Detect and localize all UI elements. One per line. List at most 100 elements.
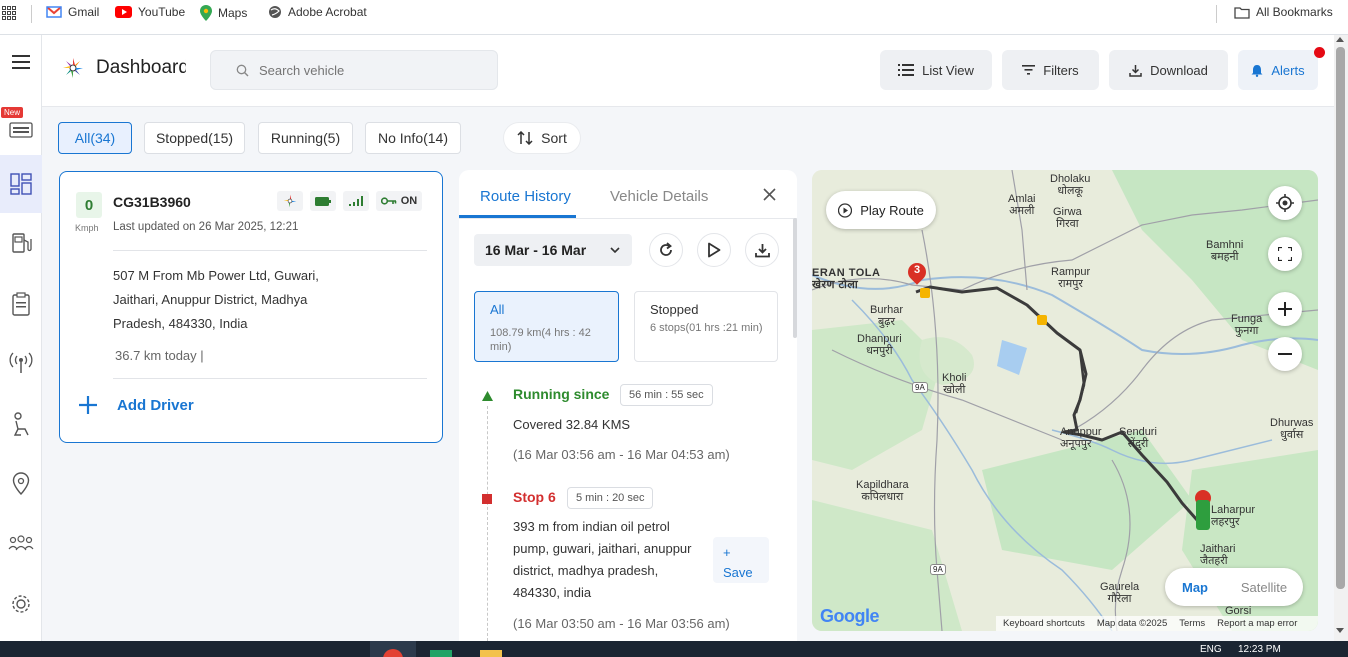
bookmark-label: YouTube xyxy=(138,5,186,19)
reports-icon[interactable] xyxy=(0,122,42,138)
map-label-bamhni: Bamhni बमहनी xyxy=(1206,239,1244,263)
scroll-down-arrow-icon[interactable] xyxy=(1336,628,1344,633)
hamburger-menu-icon[interactable] xyxy=(0,55,42,69)
date-range-select[interactable]: 16 Mar - 16 Mar xyxy=(474,234,632,266)
location-pin-icon[interactable] xyxy=(0,472,42,496)
close-icon[interactable] xyxy=(763,188,776,204)
bookmark-gmail[interactable]: Gmail xyxy=(46,5,99,19)
sort-button[interactable]: Sort xyxy=(503,122,581,154)
zoom-out-button[interactable] xyxy=(1268,337,1302,371)
filter-stopped-chip[interactable]: Stopped(15) xyxy=(144,122,245,154)
google-logo: Google xyxy=(820,606,880,626)
terms-link[interactable]: Terms xyxy=(1179,618,1205,629)
scroll-up-arrow-icon[interactable] xyxy=(1336,37,1344,42)
tab-vehicle-details[interactable]: Vehicle Details xyxy=(610,188,708,205)
play-route-label: Play Route xyxy=(860,202,924,218)
map-footer: Keyboard shortcuts Map data ©2025 Terms … xyxy=(996,616,1318,631)
dashboard-icon[interactable] xyxy=(0,173,42,195)
locate-button[interactable] xyxy=(1268,186,1302,220)
stop6-title: Stop 6 xyxy=(513,489,556,505)
signal-tower-icon[interactable] xyxy=(0,352,42,374)
map-label-dhanpuri: Dhanpuri धनपुरी xyxy=(857,333,902,357)
vehicle-address: 507 M From Mb Power Ltd, Guwari, Jaithar… xyxy=(113,268,319,331)
filter-icon xyxy=(1022,65,1036,75)
all-bookmarks[interactable]: All Bookmarks xyxy=(1234,5,1333,19)
page-scrollbar[interactable] xyxy=(1334,35,1348,641)
save-location-button[interactable]: + Save xyxy=(713,537,769,583)
list-icon xyxy=(898,64,915,76)
download-icon xyxy=(1129,64,1142,77)
add-driver-label: Add Driver xyxy=(117,396,194,414)
filter-no-info-chip[interactable]: No Info(14) xyxy=(365,122,461,154)
language-indicator[interactable]: ENG xyxy=(1200,644,1222,655)
refresh-button[interactable] xyxy=(649,233,683,267)
map-label-senduri: Senduri सेंदुरी xyxy=(1119,426,1157,450)
settings-gear-icon[interactable] xyxy=(0,593,42,615)
zoom-in-button[interactable] xyxy=(1268,292,1302,326)
add-driver-button[interactable]: Add Driver xyxy=(79,396,194,414)
summary-all-detail: 108.79 km(4 hrs : 42 min) xyxy=(490,327,591,353)
keyboard-shortcuts-link[interactable]: Keyboard shortcuts xyxy=(1003,618,1085,629)
road-badge xyxy=(920,288,930,298)
play-icon xyxy=(838,202,853,218)
map-label-anuppur: Anuppur अनूपपुर xyxy=(1060,426,1102,450)
filters-button[interactable]: Filters xyxy=(1002,50,1099,90)
save-plus: + xyxy=(723,545,731,560)
map-label-girwa: Girwa गिरवा xyxy=(1053,206,1082,230)
download-route-button[interactable] xyxy=(745,233,779,267)
download-button[interactable]: Download xyxy=(1109,50,1228,90)
map-label-dholaku: Dholaku धोलकू xyxy=(1050,173,1091,197)
bell-icon xyxy=(1251,64,1263,77)
running-duration: 56 min : 55 sec xyxy=(620,384,713,406)
fuel-icon[interactable] xyxy=(0,232,42,254)
speed-unit: Kmph xyxy=(75,223,99,233)
gmail-icon xyxy=(46,6,62,18)
vehicle-card[interactable]: 0 Kmph CG31B3960 Last updated on 26 Mar … xyxy=(59,171,443,443)
search-input[interactable] xyxy=(259,60,479,80)
divider xyxy=(113,250,427,251)
stop6-time: (16 Mar 03:50 am - 16 Mar 03:56 am) xyxy=(513,616,730,631)
summary-stopped-card[interactable]: Stopped 6 stops(01 hrs :21 min) xyxy=(634,291,778,362)
tab-route-history[interactable]: Route History xyxy=(480,188,571,205)
report-error-link[interactable]: Report a map error xyxy=(1217,618,1297,629)
folder-icon[interactable] xyxy=(480,650,502,657)
filter-running-chip[interactable]: Running(5) xyxy=(258,122,353,154)
excel-icon[interactable] xyxy=(430,650,452,657)
summary-all-card[interactable]: All 108.79 km(4 hrs : 42 min) xyxy=(474,291,619,362)
list-view-button[interactable]: List View xyxy=(880,50,992,90)
summary-all-title: All xyxy=(490,302,505,317)
app-logo-icon[interactable] xyxy=(62,57,84,82)
fullscreen-button[interactable] xyxy=(1268,237,1302,271)
date-range-label: 16 Mar - 16 Mar xyxy=(485,242,587,258)
vehicle-truck-icon[interactable] xyxy=(1196,500,1210,530)
map-type-map[interactable]: Map xyxy=(1165,580,1225,595)
group-users-icon[interactable] xyxy=(0,535,42,551)
signal-strength-icon xyxy=(343,191,369,211)
alert-dot xyxy=(1314,47,1325,58)
driver-seat-icon[interactable] xyxy=(0,412,42,436)
route-map[interactable]: 3 Dholaku धोलकू Amlai अमली Girwa गिरवा Bamh… xyxy=(812,170,1318,631)
running-time: (16 Mar 03:56 am - 16 Mar 04:53 am) xyxy=(513,447,730,462)
play-button[interactable] xyxy=(697,233,731,267)
route-panel: Route History Vehicle Details 16 Mar - 1… xyxy=(459,170,797,641)
map-type-satellite[interactable]: Satellite xyxy=(1225,580,1303,595)
map-label-kapildhara: Kapildhara कपिलधारा xyxy=(856,479,909,503)
map-label-jaithari: Jaithari जैतहरी xyxy=(1200,543,1236,567)
play-route-button[interactable]: Play Route xyxy=(826,191,936,229)
clock[interactable]: 12:23 PM xyxy=(1238,644,1281,655)
alerts-button[interactable]: Alerts xyxy=(1238,50,1318,90)
apps-grid-icon[interactable] xyxy=(2,6,16,20)
panel-scrollbar[interactable] xyxy=(793,218,797,338)
bookmark-adobe-acrobat[interactable]: Adobe Acrobat xyxy=(268,5,367,19)
clipboard-icon[interactable] xyxy=(0,292,42,316)
chevron-down-icon xyxy=(610,247,620,253)
download-label: Download xyxy=(1150,62,1208,78)
bookmark-maps[interactable]: Maps xyxy=(200,5,247,21)
map-label-rampur: Rampur रामपुर xyxy=(1051,266,1091,290)
scroll-thumb[interactable] xyxy=(1336,47,1345,589)
filters-label: Filters xyxy=(1043,62,1079,78)
bookmark-youtube[interactable]: YouTube xyxy=(115,5,185,19)
globe-icon xyxy=(269,6,281,18)
search-box[interactable] xyxy=(210,50,498,90)
filter-all-chip[interactable]: All(34) xyxy=(58,122,132,154)
